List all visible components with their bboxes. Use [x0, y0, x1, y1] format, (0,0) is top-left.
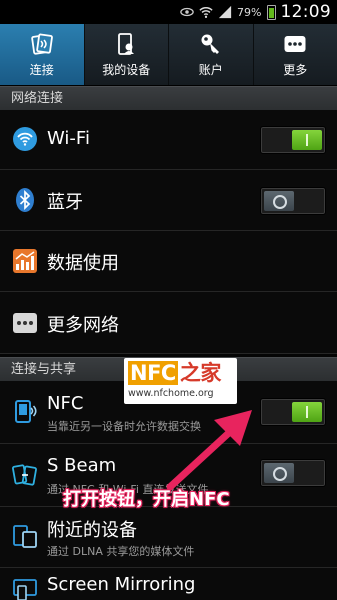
more-icon	[284, 36, 306, 52]
data-usage-row[interactable]: 数据使用	[0, 231, 337, 292]
sbeam-icon	[12, 464, 37, 486]
clock: 12:09	[280, 2, 331, 22]
nearby-devices-icon	[13, 525, 37, 548]
tab-label: 更多	[283, 63, 308, 77]
settings-tabs: 连接 我的设备 账户 更多	[0, 24, 337, 86]
watermark-url: www.nfchome.org	[128, 388, 214, 399]
nfc-description: 当靠近另一设备时允许数据交换	[47, 420, 201, 433]
tab-label: 账户	[198, 63, 223, 77]
battery-icon	[266, 4, 276, 20]
nfc-label: NFC	[47, 393, 84, 414]
tab-label: 我的设备	[102, 63, 151, 77]
nearby-devices-row[interactable]: 附近的设备 通过 DLNA 共享您的媒体文件	[0, 507, 337, 568]
tab-more[interactable]: 更多	[254, 24, 337, 85]
sbeam-toggle[interactable]	[260, 459, 326, 487]
data-usage-label: 数据使用	[47, 253, 119, 274]
bluetooth-row[interactable]: 蓝牙	[0, 170, 337, 231]
bluetooth-icon	[16, 188, 34, 212]
more-networks-icon	[13, 313, 37, 333]
battery-percent: 79%	[237, 5, 262, 19]
eye-icon	[180, 7, 194, 17]
nfchome-watermark: NFC 之家 www.nfchome.org	[124, 358, 237, 404]
wifi-icon	[199, 7, 213, 18]
nearby-devices-label: 附近的设备	[47, 520, 137, 541]
connections-icon	[30, 33, 53, 55]
wifi-row[interactable]: Wi-Fi	[0, 110, 337, 170]
data-usage-icon	[13, 249, 37, 273]
tab-accounts[interactable]: 账户	[169, 24, 254, 85]
screen-mirroring-label: Screen Mirroring	[47, 574, 196, 595]
nfc-toggle[interactable]	[260, 398, 326, 426]
watermark-logo-home: 之家	[179, 361, 222, 385]
screen-mirroring-row[interactable]: Screen Mirroring	[0, 568, 337, 600]
signal-icon	[218, 5, 232, 19]
nfc-icon	[15, 400, 37, 423]
my-device-icon	[118, 33, 135, 55]
wifi-label: Wi-Fi	[47, 128, 90, 149]
more-networks-label: 更多网络	[47, 315, 119, 336]
section-header-network: 网络连接	[0, 86, 337, 110]
status-bar: 79% 12:09	[0, 0, 337, 24]
bluetooth-toggle[interactable]	[260, 187, 326, 215]
tab-my-device[interactable]: 我的设备	[85, 24, 169, 85]
wifi-toggle[interactable]	[260, 126, 326, 154]
watermark-logo-nfc: NFC	[128, 361, 178, 385]
more-networks-row[interactable]: 更多网络	[0, 292, 337, 354]
bluetooth-label: 蓝牙	[47, 192, 83, 213]
tab-label: 连接	[29, 63, 54, 77]
tab-connections[interactable]: 连接	[0, 24, 85, 85]
screen-mirroring-icon	[13, 579, 37, 600]
nearby-devices-description: 通过 DLNA 共享您的媒体文件	[47, 545, 195, 558]
key-icon	[201, 34, 219, 54]
annotation-caption: 打开按钮，开启NFC	[63, 489, 230, 510]
watermark-logo: NFC 之家	[128, 359, 221, 387]
sbeam-label: S Beam	[47, 455, 117, 476]
wifi-icon	[13, 127, 37, 151]
